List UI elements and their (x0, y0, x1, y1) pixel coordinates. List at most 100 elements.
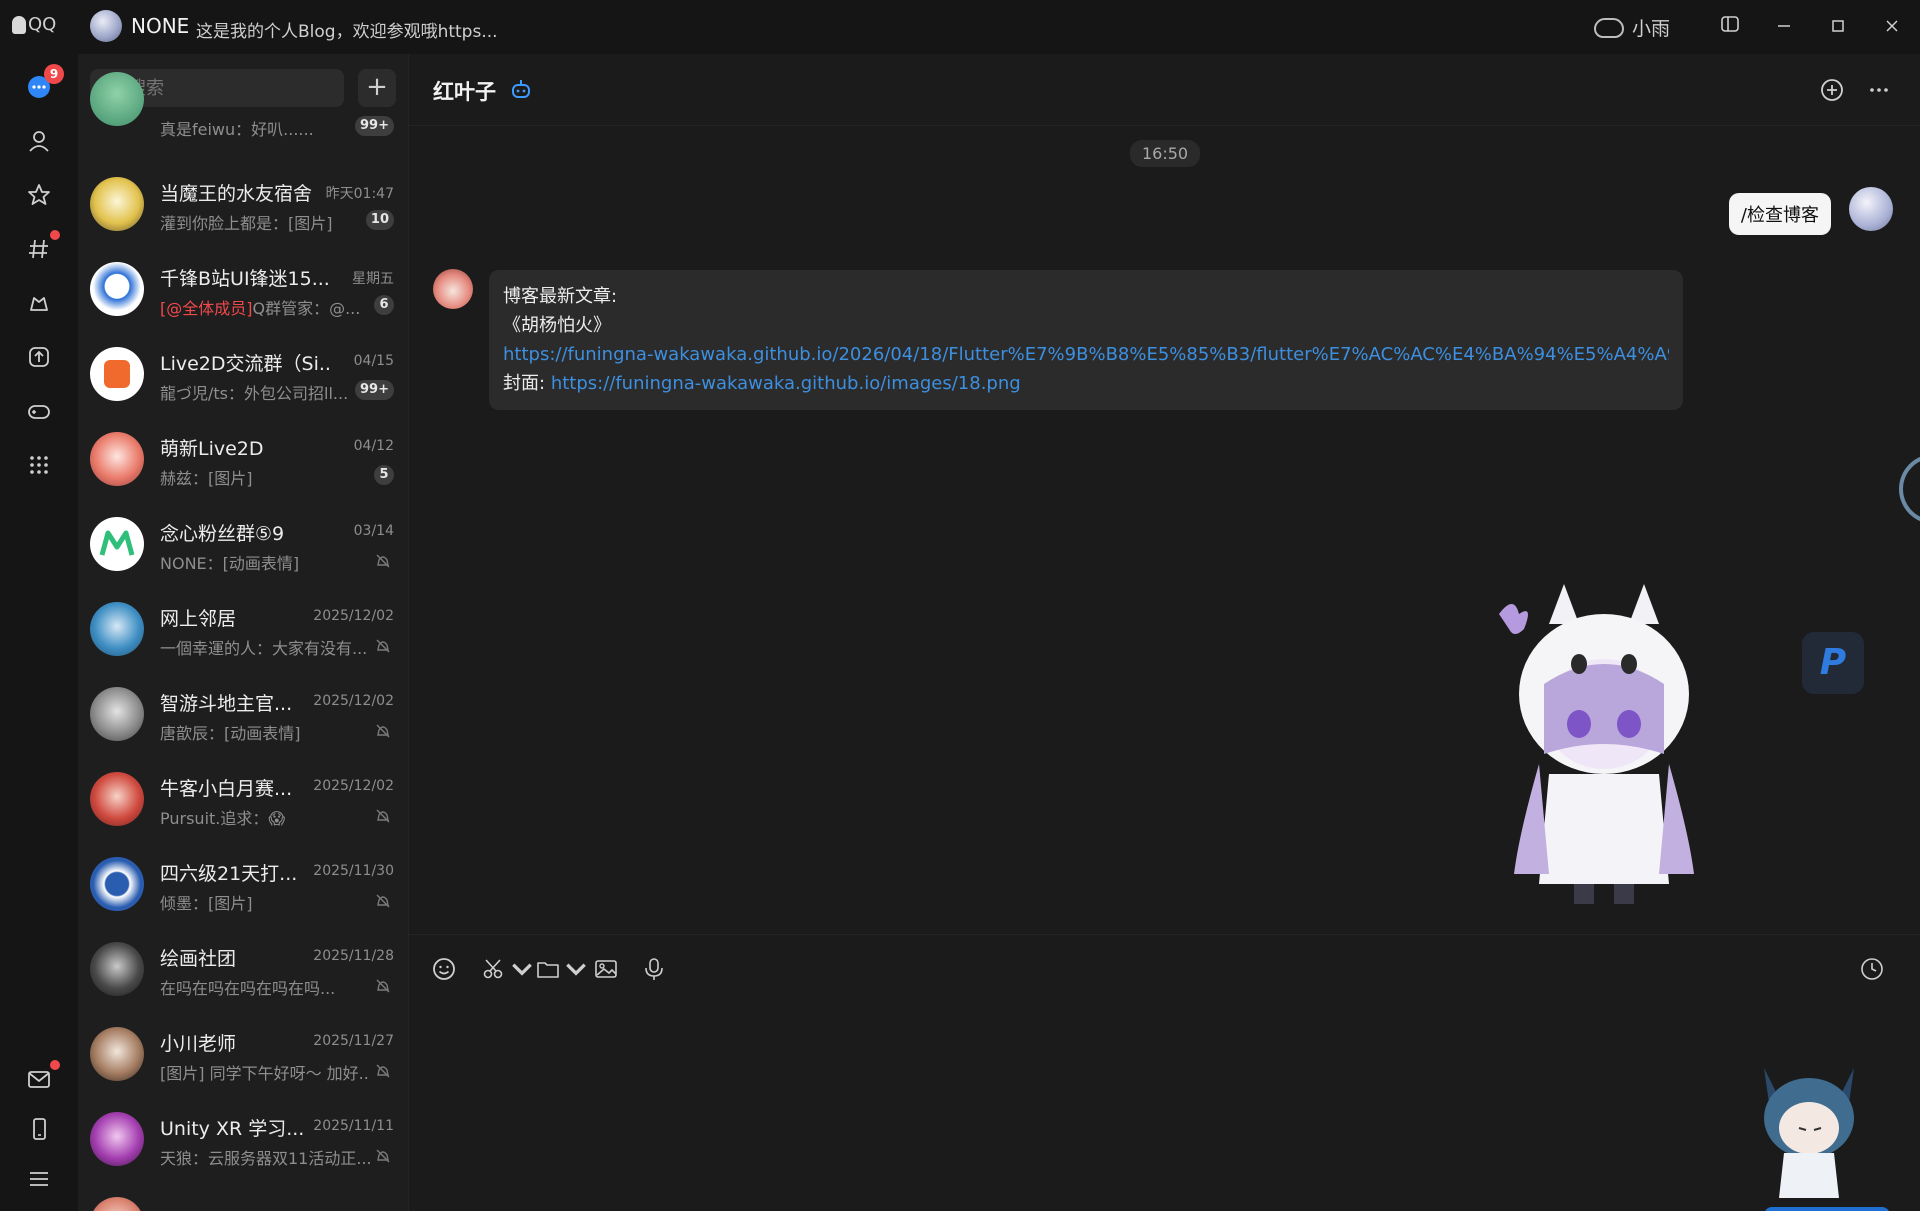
sidebar-toggle-icon[interactable] (1716, 14, 1744, 40)
menu-icon[interactable] (24, 1164, 54, 1194)
screenshot-button[interactable] (481, 955, 535, 983)
conversation-item[interactable]: 千锋B站UI锋迷15... 星期五 [@全体成员]Q群管家：@... 6 (78, 249, 408, 334)
emoji-icon (433, 958, 455, 980)
chevron-down-icon (512, 963, 532, 976)
conversation-name: 小川老师 (160, 1033, 237, 1055)
conversation-avatar (90, 1027, 144, 1081)
channel-hash-icon[interactable] (24, 234, 54, 264)
conversation-time: 2025/11/28 (313, 948, 394, 964)
conversation-time: 04/15 (353, 353, 394, 369)
file-button[interactable] (535, 955, 589, 983)
conversation-name: 四六级21天打... (160, 863, 298, 885)
conversation-avatar (90, 772, 144, 826)
minimize-button[interactable] (1770, 14, 1798, 40)
game-center-icon[interactable] (24, 288, 54, 318)
conversation-avatar (90, 687, 144, 741)
mail-unread-dot (50, 1060, 60, 1070)
unread-count: 99+ (355, 380, 394, 400)
my-avatar[interactable] (1849, 187, 1893, 231)
apps-grid-icon[interactable] (24, 450, 54, 480)
conversation-time: 03/14 (353, 523, 394, 539)
conversation-preview: 灌到你脸上都是：[图片] (160, 214, 333, 233)
emoji-button[interactable] (431, 955, 457, 983)
conversation-name: 绘画社团 (160, 948, 237, 970)
conversation-time: 2025/11/27 (313, 1033, 394, 1049)
conversation-item[interactable]: 网上邻居 2025/12/02 一個幸運的人：大家有没有... (78, 589, 408, 674)
robot-icon (512, 80, 530, 98)
anime-sticker-image (1499, 584, 1694, 904)
chat-title: 红叶子 (433, 80, 496, 104)
user-name[interactable]: NONE (131, 14, 189, 38)
conversation-name: 萌新Live2D (160, 438, 264, 460)
conversation-item[interactable]: 念心粉丝群⑤9 03/14 NONE：[动画表情] (78, 504, 408, 589)
conversation-name: 网上邻居 (160, 608, 237, 630)
conversation-preview: 赫兹：[图片] (160, 469, 253, 488)
conversation-avatar (90, 942, 144, 996)
image-button[interactable] (593, 955, 619, 983)
close-button[interactable] (1878, 14, 1906, 40)
chevron-down-icon (566, 963, 586, 976)
bot-message-line: 《胡杨怕火》 (503, 315, 611, 336)
floating-assistant-handle[interactable] (1899, 454, 1920, 524)
unread-count: 5 (374, 465, 394, 485)
conversation-preview: [图片] 同学下午好呀～ 加好... (160, 1064, 370, 1083)
mail-icon[interactable] (24, 1064, 54, 1094)
chat-header: 红叶子 (409, 54, 1920, 126)
conversation-item[interactable] (78, 1184, 408, 1211)
image-icon (595, 960, 617, 978)
maximize-button[interactable] (1824, 14, 1852, 40)
conversation-item[interactable]: 四六级21天打... 2025/11/30 倾墨：[图片] (78, 844, 408, 929)
conversation-item[interactable]: 牛客小白月赛... 2025/12/02 Pursuit.追求：😱 (78, 759, 408, 844)
phone-icon[interactable] (24, 1114, 54, 1144)
conversation-avatar (90, 1197, 144, 1211)
unread-count: 99+ (355, 116, 394, 136)
conversation-name: Unity XR 学习... (160, 1118, 305, 1140)
voice-button[interactable] (641, 955, 667, 983)
conversation-item[interactable]: 当魔王的水友宿舍 昨天01:47 灌到你脸上都是：[图片] 10 (78, 164, 408, 249)
channel-unread-dot (50, 230, 60, 240)
left-rail: 9 (0, 54, 78, 1211)
muted-bell-icon (376, 639, 390, 653)
bot-message-bubble[interactable]: 博客最新文章: 《胡杨怕火》 https://funingna-wakawaka… (489, 270, 1683, 410)
conversation-item[interactable]: 小川老师 2025/11/27 [图片] 同学下午好呀～ 加好... (78, 1014, 408, 1099)
conversation-time: 2025/12/02 (313, 608, 394, 624)
my-message-bubble[interactable]: /检查博客 (1728, 193, 1831, 235)
conversation-preview: NONE：[动画表情] (160, 554, 300, 573)
conversation-item[interactable]: 萌新Live2D 04/12 赫兹：[图片] 5 (78, 419, 408, 504)
conversation-item[interactable]: 智游斗地主官... 2025/12/02 唐歆辰：[动画表情] (78, 674, 408, 759)
user-signature[interactable]: 这是我的个人Blog，欢迎参观哦https... (196, 17, 498, 42)
send-button-group[interactable]: 发送 (1764, 1207, 1890, 1211)
scissors-icon (483, 959, 503, 979)
user-avatar[interactable] (90, 10, 122, 42)
conversation-item[interactable]: 绘画社团 2025/11/28 在吗在吗在吗在吗在吗... (78, 929, 408, 1014)
time-divider: 16:50 (1130, 140, 1201, 167)
muted-bell-icon (376, 894, 390, 908)
article-link[interactable]: https://funingna-wakawaka.github.io/2026… (503, 344, 1669, 365)
message-composer[interactable]: 发送 (409, 934, 1920, 1211)
conversation-item[interactable]: Unity XR 学习... 2025/11/11 天狼：云服务器双11活动正.… (78, 1099, 408, 1184)
messages-badge: 9 (44, 64, 64, 84)
conversation-item[interactable]: Live2D交流群（Si... 04/15 龍づ児/ts：外包公司招ll... … (78, 334, 408, 419)
weather-widget[interactable]: 小雨 (1594, 14, 1670, 41)
conversation-preview: 在吗在吗在吗在吗在吗... (160, 979, 336, 998)
upload-icon[interactable] (24, 342, 54, 372)
more-icon[interactable] (1866, 77, 1892, 103)
conversation-avatar (90, 262, 144, 316)
plugin-badge[interactable]: P (1802, 632, 1864, 694)
contacts-icon[interactable] (24, 126, 54, 156)
conversation-preview: 天狼：云服务器双11活动正... (160, 1149, 370, 1168)
conversation-list: + 真是feiwu：好叭...... 99+ 当魔王的水友宿舍 昨天01:47 … (78, 54, 408, 1211)
title-bar: QQ NONE 这是我的个人Blog，欢迎参观哦https... 小雨 (0, 0, 1920, 54)
history-button[interactable] (1859, 955, 1885, 983)
conversation-avatar (90, 432, 144, 486)
bot-avatar[interactable] (433, 269, 473, 309)
chibi-mascot-image (1764, 1068, 1854, 1198)
cover-link[interactable]: https://funingna-wakawaka.github.io/imag… (551, 373, 1021, 394)
cover-label: 封面: (503, 373, 546, 394)
gamepad-icon[interactable] (24, 396, 54, 426)
conversation-time: 昨天01:47 (325, 186, 394, 202)
add-circle-icon[interactable] (1819, 77, 1845, 103)
cloud-icon (1594, 17, 1624, 38)
star-icon[interactable] (24, 180, 54, 210)
conversation-time: 04/12 (353, 438, 394, 454)
